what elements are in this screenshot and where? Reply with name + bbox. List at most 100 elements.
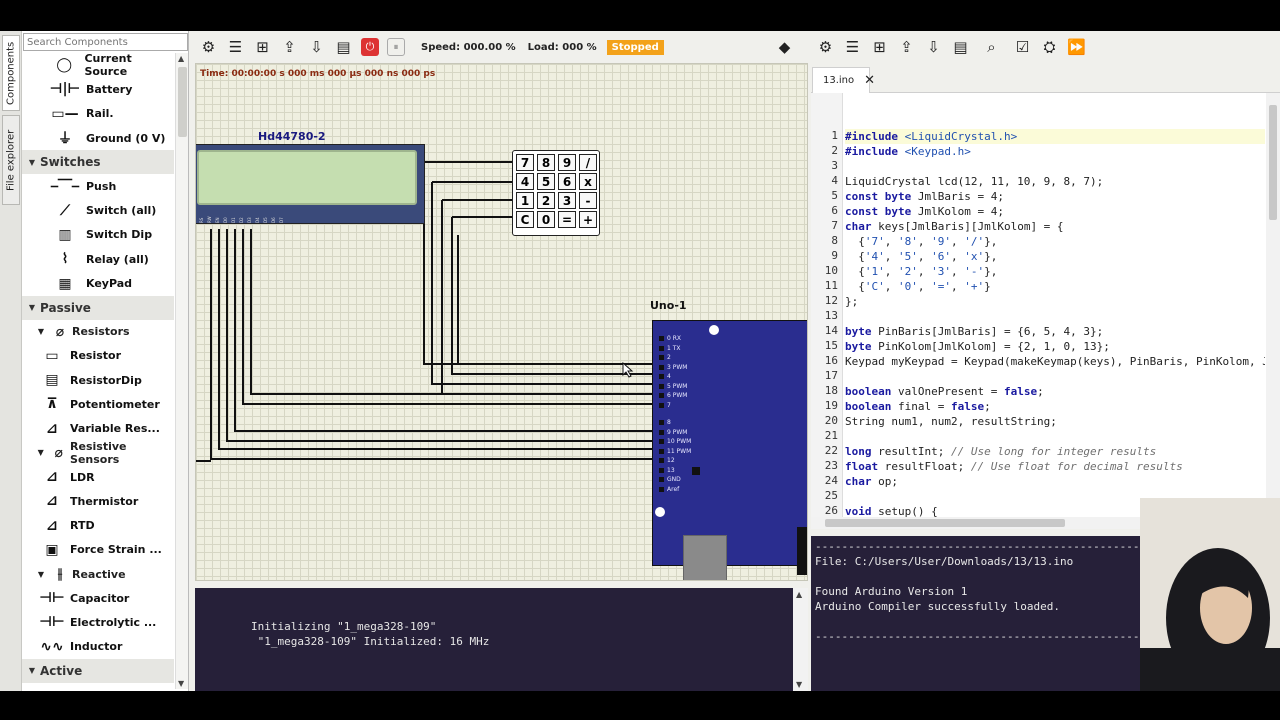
code-line[interactable]: Keypad myKeypad = Keypad(makeKeymap(keys…: [845, 354, 1265, 369]
code-line[interactable]: float resultFloat; // Use float for deci…: [845, 459, 1183, 474]
uno-pin[interactable]: 12: [659, 456, 709, 466]
code-line[interactable]: };: [845, 294, 858, 309]
power-button-icon[interactable]: ⏻: [361, 38, 379, 56]
code-line[interactable]: boolean valOnePresent = false;: [845, 384, 1044, 399]
collapse-triangle-icon[interactable]: ▼: [34, 448, 47, 457]
editor-menu-icon[interactable]: ☰: [839, 35, 866, 59]
scrollbar-thumb[interactable]: [178, 67, 187, 137]
code-line[interactable]: void setup() {: [845, 504, 938, 517]
uno-pin[interactable]: 11 PWM: [659, 447, 709, 457]
save-file-icon[interactable]: ⇩: [920, 35, 947, 59]
component-keypad[interactable]: ▦ KeyPad: [22, 271, 174, 295]
new-file-icon[interactable]: ⊞: [866, 35, 893, 59]
collapse-triangle-icon[interactable]: ▼: [24, 158, 40, 167]
uno-pin[interactable]: 1 TX: [659, 344, 709, 354]
find-icon[interactable]: ⌕: [978, 35, 1005, 59]
save-as-icon[interactable]: ▤: [330, 35, 357, 59]
scrollbar-thumb[interactable]: [825, 519, 1065, 527]
save-circuit-icon[interactable]: ⇩: [303, 35, 330, 59]
uno-pin[interactable]: 13: [659, 466, 709, 476]
scroll-down-icon[interactable]: ▼: [178, 679, 184, 688]
keypad-key[interactable]: 8: [537, 154, 555, 171]
category-passive[interactable]: ▼ Passive: [22, 295, 174, 320]
component-rail-[interactable]: ▭— Rail.: [22, 102, 174, 126]
new-circuit-icon[interactable]: ⊞: [249, 35, 276, 59]
component-thermistor[interactable]: ⊿ Thermistor: [22, 489, 174, 513]
keypad-key[interactable]: 5: [537, 173, 555, 190]
code-line[interactable]: byte PinBaris[JmlBaris] = {6, 5, 4, 3};: [845, 324, 1103, 339]
code-line[interactable]: {'7', '8', '9', '/'},: [845, 234, 997, 249]
uno-pin[interactable]: 9 PWM: [659, 428, 709, 438]
tab-13-ino[interactable]: 13.ino ✕: [812, 67, 875, 93]
uno-pin[interactable]: 0 RX: [659, 334, 709, 344]
keypad-key[interactable]: 3: [558, 192, 576, 209]
uno-pin[interactable]: GND: [659, 475, 709, 485]
uno-pin[interactable]: 8: [659, 418, 709, 428]
keypad[interactable]: 7 8 9/ 4 5 6 x 1 2 3- C 0 = +: [512, 150, 600, 236]
uno-pin[interactable]: 7: [659, 401, 709, 411]
code-line[interactable]: {'1', '2', '3', '-'},: [845, 264, 997, 279]
keypad-key[interactable]: +: [579, 211, 597, 228]
keypad-key[interactable]: 7: [516, 154, 534, 171]
circuit-menu-icon[interactable]: ☰: [222, 35, 249, 59]
category-active[interactable]: ▼ Active: [22, 658, 174, 683]
component-current-source[interactable]: ◯ Current Source: [22, 53, 174, 78]
component-inductor[interactable]: ∿∿ Inductor: [22, 635, 174, 659]
component-push[interactable]: ⎯⎺⎯ Push: [22, 174, 174, 198]
tab-components[interactable]: Components: [2, 35, 20, 111]
code-line[interactable]: LiquidCrystal lcd(12, 11, 10, 9, 8, 7);: [845, 174, 1103, 189]
component-resistordip[interactable]: ▤ ResistorDip: [22, 368, 174, 392]
code-line[interactable]: char keys[JmlBaris][JmlKolom] = {: [845, 219, 1064, 234]
component-resistor[interactable]: ▭ Resistor: [22, 344, 174, 368]
code-line[interactable]: String num1, num2, resultString;: [845, 414, 1057, 429]
component-ldr[interactable]: ⊿ LDR: [22, 465, 174, 489]
close-tab-icon[interactable]: ✕: [864, 73, 875, 88]
code-line[interactable]: const byte JmlBaris = 4;: [845, 189, 1004, 204]
keypad-key[interactable]: 9: [558, 154, 576, 171]
settings-gear-icon[interactable]: ⚙: [195, 35, 222, 59]
code-line[interactable]: char op;: [845, 474, 898, 489]
editor-settings-icon[interactable]: ⚙: [812, 35, 839, 59]
tab-file-explorer[interactable]: File explorer: [2, 115, 20, 205]
code-line[interactable]: {'C', '0', '=', '+'}: [845, 279, 991, 294]
component-rtd[interactable]: ⊿ RTD: [22, 513, 174, 537]
uno-pin[interactable]: 6 PWM: [659, 391, 709, 401]
code-line[interactable]: #include <Keypad.h>: [845, 144, 971, 159]
save-file-as-icon[interactable]: ▤: [947, 35, 974, 59]
scroll-up-icon[interactable]: ▲: [178, 54, 184, 63]
scrollbar-thumb[interactable]: [1269, 105, 1277, 220]
code-line[interactable]: const byte JmlKolom = 4;: [845, 204, 1004, 219]
pause-button-icon[interactable]: ⏸: [387, 38, 405, 56]
uno-pin[interactable]: Aref: [659, 485, 709, 495]
uno-pin[interactable]: 5 PWM: [659, 382, 709, 392]
code-editor[interactable]: 1 2 3 4 5 6 7 8 9 10 11 12 13 14 15 16 17 18 19 20 21 22 23 24 2…: [811, 93, 1280, 517]
compile-check-icon[interactable]: ☑: [1009, 35, 1036, 59]
arduino-uno-board[interactable]: 0 RX 1 TX 2 3 PWM 4 5 PWM 6 PWM 7 8 9 PWM 10 PWM 11…: [652, 320, 807, 580]
scroll-down-icon[interactable]: ▼: [796, 680, 802, 689]
code-line[interactable]: boolean final = false;: [845, 399, 991, 414]
code-line[interactable]: long resultInt; // Use long for integer …: [845, 444, 1156, 459]
keypad-key[interactable]: 2: [537, 192, 555, 209]
lcd-display[interactable]: RS RW EN D0 D1 D2 D3 D4 D5 D6 D7: [196, 144, 425, 224]
keypad-key[interactable]: C: [516, 211, 534, 228]
open-file-icon[interactable]: ⇪: [893, 35, 920, 59]
open-circuit-icon[interactable]: ⇪: [276, 35, 303, 59]
component-ground-0-v-[interactable]: ⏚ Ground (0 V): [22, 126, 174, 150]
component-potentiometer[interactable]: ⊼ Potentiometer: [22, 392, 174, 416]
editor-vscrollbar[interactable]: [1266, 93, 1280, 517]
category-switches[interactable]: ▼ Switches: [22, 150, 174, 175]
component-variable-res-[interactable]: ⊿ Variable Res...: [22, 417, 174, 441]
uno-pin[interactable]: 3 PWM: [659, 363, 709, 373]
collapse-triangle-icon[interactable]: ▼: [34, 570, 48, 579]
components-scrollbar[interactable]: ▲ ▼: [175, 53, 188, 689]
keypad-key[interactable]: 4: [516, 173, 534, 190]
collapse-triangle-icon[interactable]: ▼: [24, 666, 40, 675]
keypad-key[interactable]: 0: [537, 211, 555, 228]
code-area[interactable]: #include <LiquidCrystal.h> #include <Keyp…: [845, 93, 1265, 517]
scroll-up-icon[interactable]: ▲: [796, 590, 802, 599]
debug-icon[interactable]: ⏩: [1063, 35, 1090, 59]
keypad-key[interactable]: /: [579, 154, 597, 171]
code-line[interactable]: byte PinKolom[JmlKolom] = {2, 1, 0, 13};: [845, 339, 1110, 354]
collapse-triangle-icon[interactable]: ▼: [34, 327, 48, 336]
keypad-key[interactable]: 6: [558, 173, 576, 190]
